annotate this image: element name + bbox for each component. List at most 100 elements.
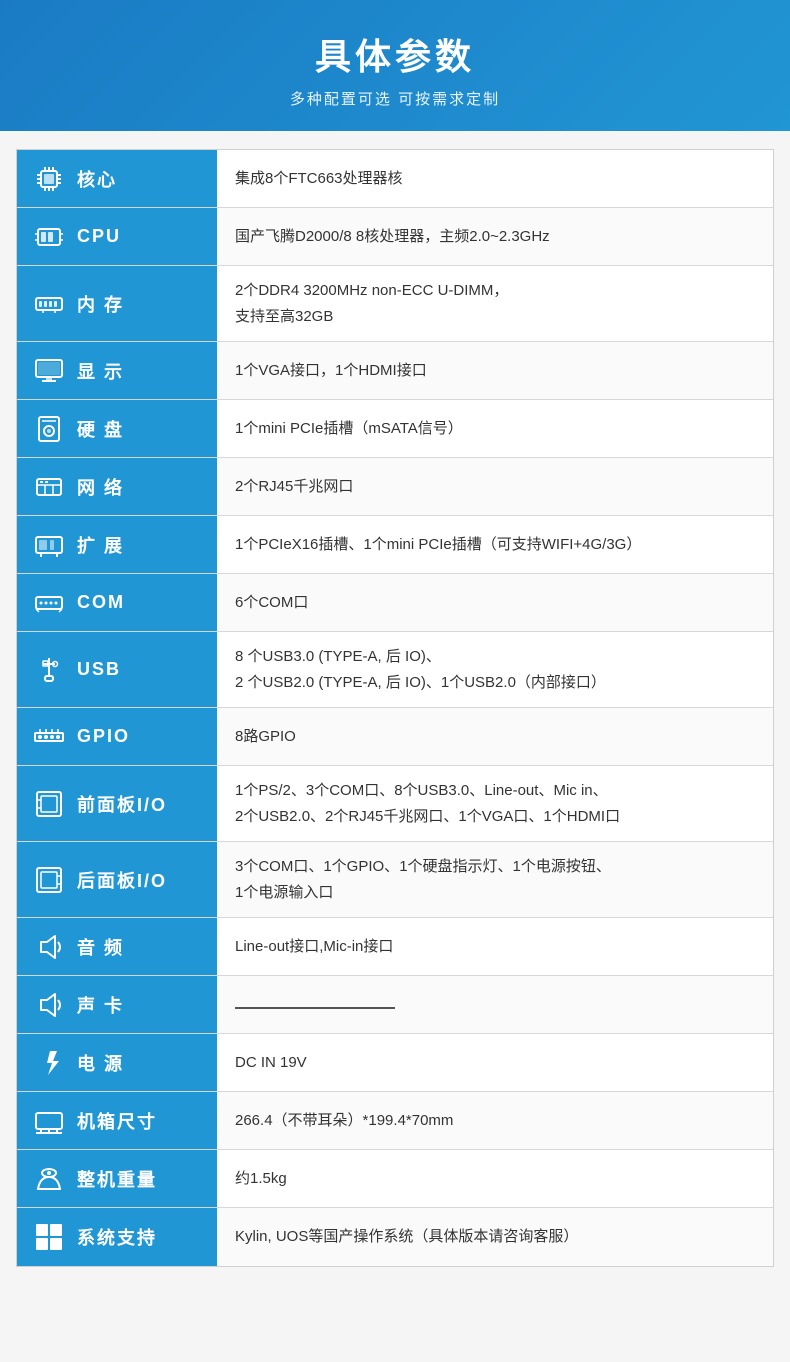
row-value-cpu: 国产飞腾D2000/8 8核处理器，主频2.0~2.3GHz	[217, 208, 773, 265]
page-subtitle: 多种配置可选 可按需求定制	[20, 88, 770, 109]
row-value-content-front-io: 1个PS/2、3个COM口、8个USB3.0、Line-out、Mic in、2…	[235, 778, 755, 829]
row-value-content-network: 2个RJ45千兆网口	[235, 474, 755, 500]
table-row-memory: 内 存 2个DDR4 3200MHz non-ECC U-DIMM，支持至高32G…	[17, 266, 773, 342]
page-title: 具体参数	[20, 28, 770, 80]
row-value-expand: 1个PCIeX16插槽、1个mini PCIe插槽（可支持WIFI+4G/3G）	[217, 516, 773, 573]
row-value-soundcard	[217, 976, 773, 1033]
weight-icon	[31, 1161, 67, 1197]
row-value-content-disk: 1个mini PCIe插槽（mSATA信号）	[235, 416, 755, 442]
table-row-audio: 音 频 Line-out接口,Mic-in接口	[17, 918, 773, 976]
row-value-os: Kylin, UOS等国产操作系统（具体版本请咨询客服）	[217, 1208, 773, 1266]
row-value-gpio: 8路GPIO	[217, 708, 773, 765]
row-label-power: 电 源	[17, 1034, 217, 1091]
com-icon	[31, 585, 67, 621]
row-label-text-front-io: 前面板I/O	[77, 791, 167, 817]
table-row-cpu: CPU 国产飞腾D2000/8 8核处理器，主频2.0~2.3GHz	[17, 208, 773, 266]
table-row-power: 电 源 DC IN 19V	[17, 1034, 773, 1092]
row-value-disk: 1个mini PCIe插槽（mSATA信号）	[217, 400, 773, 457]
row-value-content-com: 6个COM口	[235, 590, 755, 616]
page-header: 具体参数 多种配置可选 可按需求定制	[0, 0, 790, 131]
row-label-text-disk: 硬 盘	[77, 416, 124, 442]
row-value-power: DC IN 19V	[217, 1034, 773, 1091]
os-icon	[31, 1219, 67, 1255]
row-value-content-memory: 2个DDR4 3200MHz non-ECC U-DIMM，支持至高32GB	[235, 278, 755, 329]
row-label-text-gpio: GPIO	[77, 726, 130, 747]
expand-icon	[31, 527, 67, 563]
row-value-core: 集成8个FTC663处理器核	[217, 150, 773, 207]
row-label-expand: 扩 展	[17, 516, 217, 573]
table-row-expand: 扩 展 1个PCIeX16插槽、1个mini PCIe插槽（可支持WIFI+4G/…	[17, 516, 773, 574]
core-icon	[31, 161, 67, 197]
row-label-text-audio: 音 频	[77, 934, 124, 960]
row-label-text-cpu: CPU	[77, 226, 121, 247]
row-value-content-os: Kylin, UOS等国产操作系统（具体版本请咨询客服）	[235, 1224, 755, 1250]
row-label-text-core: 核心	[77, 166, 117, 192]
row-value-memory: 2个DDR4 3200MHz non-ECC U-DIMM，支持至高32GB	[217, 266, 773, 341]
row-value-content-expand: 1个PCIeX16插槽、1个mini PCIe插槽（可支持WIFI+4G/3G）	[235, 532, 755, 558]
disk-icon	[31, 411, 67, 447]
table-row-com: COM 6个COM口	[17, 574, 773, 632]
row-label-text-memory: 内 存	[77, 291, 124, 317]
table-row-os: 系统支持 Kylin, UOS等国产操作系统（具体版本请咨询客服）	[17, 1208, 773, 1266]
row-label-text-soundcard: 声 卡	[77, 992, 124, 1018]
row-value-content-usb: 8 个USB3.0 (TYPE-A, 后 IO)、2 个USB2.0 (TYPE…	[235, 644, 755, 695]
back-icon	[31, 862, 67, 898]
net-icon	[31, 469, 67, 505]
row-value-weight: 约1.5kg	[217, 1150, 773, 1207]
gpio-icon	[31, 719, 67, 755]
table-row-network: 网 络 2个RJ45千兆网口	[17, 458, 773, 516]
row-label-usb: USB	[17, 632, 217, 707]
soundcard-icon	[31, 987, 67, 1023]
row-value-content-gpio: 8路GPIO	[235, 724, 755, 750]
row-label-memory: 内 存	[17, 266, 217, 341]
row-label-os: 系统支持	[17, 1208, 217, 1266]
row-label-text-display: 显 示	[77, 358, 124, 384]
row-value-front-io: 1个PS/2、3个COM口、8个USB3.0、Line-out、Mic in、2…	[217, 766, 773, 841]
row-label-text-size: 机箱尺寸	[77, 1108, 157, 1134]
row-value-content-size: 266.4（不带耳朵）*199.4*70mm	[235, 1108, 755, 1134]
power-icon	[31, 1045, 67, 1081]
table-row-weight: 整机重量 约1.5kg	[17, 1150, 773, 1208]
table-row-disk: 硬 盘 1个mini PCIe插槽（mSATA信号）	[17, 400, 773, 458]
row-value-usb: 8 个USB3.0 (TYPE-A, 后 IO)、2 个USB2.0 (TYPE…	[217, 632, 773, 707]
row-label-text-expand: 扩 展	[77, 532, 124, 558]
audio-icon	[31, 929, 67, 965]
row-label-front-io: 前面板I/O	[17, 766, 217, 841]
table-row-size: 机箱尺寸 266.4（不带耳朵）*199.4*70mm	[17, 1092, 773, 1150]
row-label-network: 网 络	[17, 458, 217, 515]
row-value-content-audio: Line-out接口,Mic-in接口	[235, 934, 755, 960]
row-label-back-io: 后面板I/O	[17, 842, 217, 917]
row-label-text-weight: 整机重量	[77, 1166, 157, 1192]
row-label-core: 核心	[17, 150, 217, 207]
table-row-front-io: 前面板I/O 1个PS/2、3个COM口、8个USB3.0、Line-out、Mi…	[17, 766, 773, 842]
row-value-com: 6个COM口	[217, 574, 773, 631]
row-value-content-display: 1个VGA接口，1个HDMI接口	[235, 358, 755, 384]
specs-table: 核心 集成8个FTC663处理器核 CPU 国产飞腾D2000/8 8核处理器，主频…	[16, 149, 774, 1267]
display-icon	[31, 353, 67, 389]
row-label-disk: 硬 盘	[17, 400, 217, 457]
row-value-audio: Line-out接口,Mic-in接口	[217, 918, 773, 975]
row-label-size: 机箱尺寸	[17, 1092, 217, 1149]
table-row-gpio: GPIO 8路GPIO	[17, 708, 773, 766]
row-value-content-power: DC IN 19V	[235, 1050, 755, 1076]
row-label-text-os: 系统支持	[77, 1224, 157, 1250]
row-label-soundcard: 声 卡	[17, 976, 217, 1033]
row-label-gpio: GPIO	[17, 708, 217, 765]
table-row-core: 核心 集成8个FTC663处理器核	[17, 150, 773, 208]
row-label-text-com: COM	[77, 592, 125, 613]
table-row-display: 显 示 1个VGA接口，1个HDMI接口	[17, 342, 773, 400]
row-value-display: 1个VGA接口，1个HDMI接口	[217, 342, 773, 399]
row-value-back-io: 3个COM口、1个GPIO、1个硬盘指示灯、1个电源按钮、1个电源输入口	[217, 842, 773, 917]
row-label-com: COM	[17, 574, 217, 631]
front-icon	[31, 786, 67, 822]
row-value-content-core: 集成8个FTC663处理器核	[235, 166, 755, 192]
table-row-soundcard: 声 卡	[17, 976, 773, 1034]
row-label-text-network: 网 络	[77, 474, 124, 500]
row-label-cpu: CPU	[17, 208, 217, 265]
row-value-content-weight: 约1.5kg	[235, 1166, 755, 1192]
row-value-content-cpu: 国产飞腾D2000/8 8核处理器，主频2.0~2.3GHz	[235, 224, 755, 250]
cpu-icon	[31, 219, 67, 255]
row-label-text-power: 电 源	[77, 1050, 124, 1076]
mem-icon	[31, 286, 67, 322]
row-label-display: 显 示	[17, 342, 217, 399]
